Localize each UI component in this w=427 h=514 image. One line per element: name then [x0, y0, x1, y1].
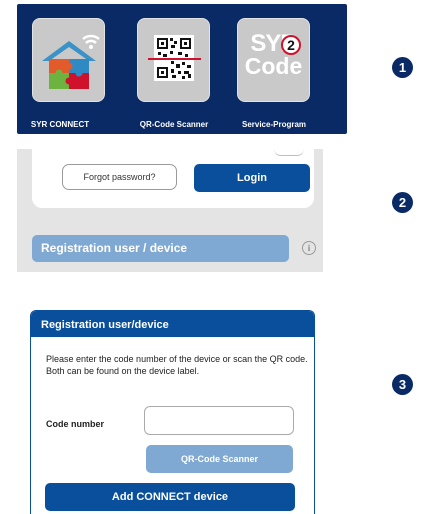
service-program-label: Service-Program	[241, 120, 307, 129]
registration-button[interactable]: Registration user / device	[32, 235, 289, 262]
house-puzzle-wifi-icon	[42, 34, 100, 89]
step-marker-3: 3	[392, 374, 413, 395]
dialog-instructions: Please enter the code number of the devi…	[46, 354, 308, 376]
login-panel: Forgot password? Login Registration user…	[17, 149, 323, 272]
app-launcher-panel: SYR Code 2 SYR CONNECT QR-Code Scanner S…	[17, 4, 347, 134]
registration-dialog: Registration user/device Please enter th…	[30, 310, 315, 514]
card-divider	[274, 149, 304, 156]
dialog-title: Registration user/device	[31, 311, 314, 337]
syr-connect-tile[interactable]	[32, 18, 105, 102]
syr-connect-label: SYR CONNECT	[30, 120, 90, 129]
login-card: Forgot password? Login	[32, 149, 314, 208]
qr-code-scanner-tile[interactable]	[137, 18, 210, 102]
service-program-tile[interactable]: SYR Code 2	[237, 18, 310, 102]
logo-code-text: Code	[244, 53, 303, 79]
qr-scanner-label: QR-Code Scanner	[139, 120, 209, 129]
step-marker-2: 2	[392, 192, 413, 213]
qr-code-scanner-button[interactable]: QR-Code Scanner	[146, 445, 293, 473]
logo-badge: 2	[281, 35, 301, 55]
qr-code-icon	[148, 35, 201, 81]
step-marker-1: 1	[392, 57, 413, 78]
login-button[interactable]: Login	[194, 164, 310, 192]
info-icon[interactable]: i	[302, 241, 316, 255]
code-number-input[interactable]	[144, 406, 294, 435]
code-number-label: Code number	[46, 419, 105, 429]
forgot-password-button[interactable]: Forgot password?	[62, 164, 177, 190]
add-connect-device-button[interactable]: Add CONNECT device	[45, 483, 295, 511]
